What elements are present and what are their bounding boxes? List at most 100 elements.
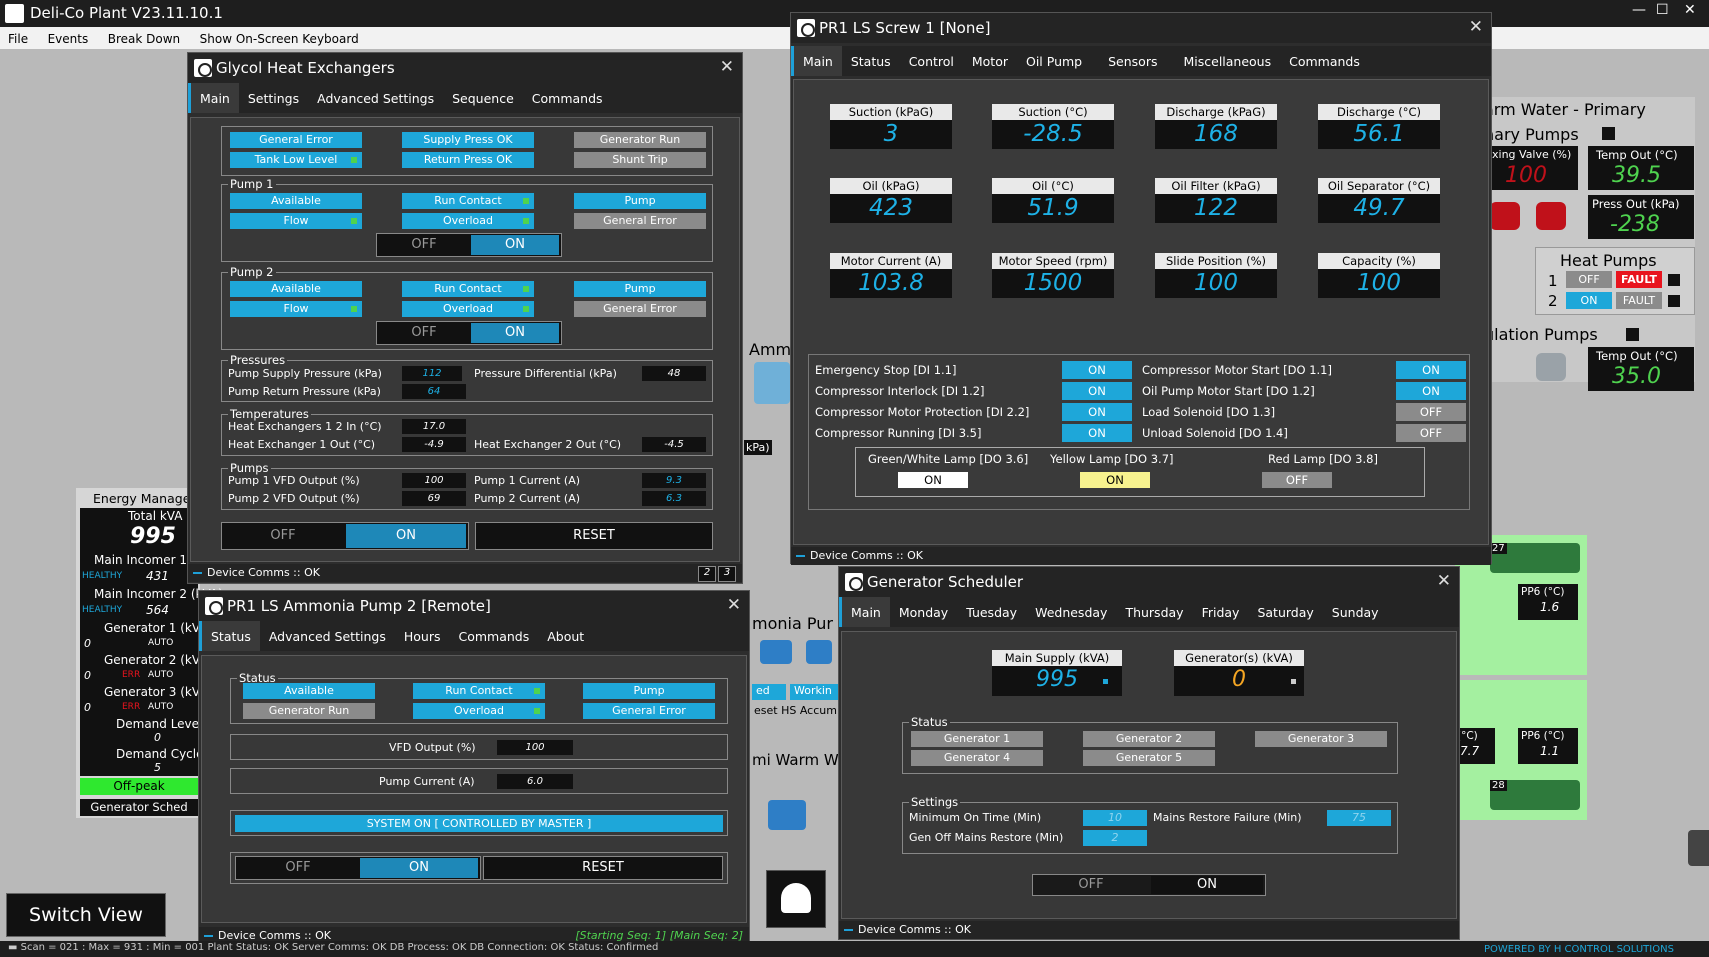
screw-tab-sensors[interactable]: Sensors — [1099, 46, 1166, 76]
glycol-main-panel: General Error Supply Press OK Generator … — [190, 117, 740, 562]
ammonia-tab-commands[interactable]: Commands — [449, 621, 538, 651]
pump2-toggle[interactable]: OFF ON — [376, 321, 562, 345]
screw-tab-oil-pump[interactable]: Oil Pump — [1017, 46, 1091, 76]
glycol-tab-advanced[interactable]: Advanced Settings — [308, 83, 443, 113]
glycol-reset-button[interactable]: RESET — [475, 522, 713, 550]
gen-close-button[interactable]: ✕ — [1437, 571, 1451, 591]
screw-tab-motor[interactable]: Motor — [963, 46, 1017, 76]
ammonia-pump-icon-2[interactable] — [806, 640, 832, 664]
ammonia-tab-about[interactable]: About — [538, 621, 593, 651]
glycol-footer: Device Comms :: OK — [188, 564, 742, 582]
warm-water-fragment: mi Warm W — [752, 751, 839, 769]
pump2-on-button[interactable]: ON — [471, 323, 559, 343]
glycol-tab-settings[interactable]: Settings — [239, 83, 308, 113]
gen-tab-saturday[interactable]: Saturday — [1248, 597, 1322, 627]
ammonia-tab-hours[interactable]: Hours — [395, 621, 450, 651]
generator-1-value: 0 — [84, 637, 91, 650]
screw-tab-misc[interactable]: Miscellaneous — [1174, 46, 1280, 76]
maximize-button[interactable]: ☐ — [1656, 2, 1669, 18]
gen-titlebar[interactable]: Generator Scheduler ✕ — [839, 567, 1459, 597]
ammonia-tab-advanced[interactable]: Advanced Settings — [260, 621, 395, 651]
pump1-pump: Pump — [574, 193, 706, 209]
gen-tab-thursday[interactable]: Thursday — [1116, 597, 1192, 627]
gen-off-button[interactable]: OFF — [1035, 876, 1147, 894]
ammonia-toggle[interactable]: OFF ON — [235, 856, 481, 880]
supply-press-ok-indicator: Supply Press OK — [402, 132, 534, 148]
screw-tile: Oil Filter (kPaG) 122 — [1155, 178, 1277, 223]
gen-tab-monday[interactable]: Monday — [890, 597, 957, 627]
press-out-value: -238 — [1610, 212, 1660, 237]
screw-tabs: Main Status Control Motor Oil Pump Sensors Mis… — [791, 46, 1491, 76]
glycol-system-toggle[interactable]: OFF ON — [221, 522, 469, 550]
mains-restore-failure-input[interactable]: 75 — [1327, 810, 1391, 826]
glycol-page-3-button[interactable]: 3 — [718, 566, 736, 582]
circulation-pumps-checkbox[interactable] — [1626, 328, 1639, 341]
side-scroll-button[interactable] — [1688, 830, 1709, 866]
zone-temp-label: (°C) — [1457, 730, 1478, 742]
ammonia-off-button[interactable]: OFF — [238, 858, 358, 878]
ammonia-tab-status[interactable]: Status — [199, 621, 260, 651]
menu-on-screen-keyboard[interactable]: Show On-Screen Keyboard — [192, 27, 367, 46]
glycol-tab-commands[interactable]: Commands — [523, 83, 612, 113]
screw-tile-value: 3 — [883, 121, 899, 147]
user-settings-button[interactable] — [766, 870, 826, 928]
gen-tab-wednesday[interactable]: Wednesday — [1026, 597, 1116, 627]
heat-pump-2-checkbox[interactable] — [1668, 295, 1680, 307]
gen-on-button[interactable]: ON — [1151, 876, 1263, 894]
gen-tab-main[interactable]: Main — [839, 597, 890, 627]
total-kva-label: Total kVA — [128, 509, 183, 523]
gen-toggle[interactable]: OFF ON — [1032, 874, 1266, 896]
glycol-on-button[interactable]: ON — [346, 524, 466, 548]
glycol-off-button[interactable]: OFF — [224, 524, 342, 548]
ammonia-system-row: SYSTEM ON [ CONTROLLED BY MASTER ] — [230, 810, 728, 836]
minimize-button[interactable]: — — [1632, 2, 1646, 18]
main-incomer-1-value: 431 — [146, 569, 169, 583]
pump1-overload-label: Overload — [443, 214, 493, 227]
ammonia-available: Available — [243, 683, 375, 699]
menu-events[interactable]: Events — [40, 27, 97, 46]
screw-tab-status[interactable]: Status — [842, 46, 900, 76]
ammonia-reset-button[interactable]: RESET — [483, 856, 723, 880]
warm-pump-icon[interactable] — [768, 800, 806, 830]
ammonia-titlebar[interactable]: PR1 LS Ammonia Pump 2 [Remote] ✕ — [199, 591, 749, 621]
hx-in-label: Heat Exchangers 1 2 In (°C) — [228, 420, 382, 433]
circulation-pump-2-icon[interactable] — [1536, 353, 1566, 381]
screw-close-button[interactable]: ✕ — [1469, 17, 1483, 37]
menu-file[interactable]: File — [0, 27, 36, 46]
pump2-off-button[interactable]: OFF — [379, 323, 469, 343]
pump1-toggle[interactable]: OFF ON — [376, 233, 562, 257]
glycol-page-2-button[interactable]: 2 — [698, 566, 716, 582]
primary-pump-1-icon[interactable] — [1490, 202, 1520, 230]
generator-scheduler-button[interactable]: Generator Sched — [80, 799, 198, 816]
tank-low-level-indicator: Tank Low Level — [230, 152, 362, 168]
glycol-titlebar[interactable]: Glycol Heat Exchangers ✕ — [188, 53, 742, 83]
glycol-tab-sequence[interactable]: Sequence — [443, 83, 523, 113]
gen-tab-tuesday[interactable]: Tuesday — [957, 597, 1026, 627]
gen-tab-sunday[interactable]: Sunday — [1323, 597, 1388, 627]
lamp-label: Yellow Lamp [DO 3.7] — [1050, 452, 1174, 466]
screw-titlebar[interactable]: PR1 LS Screw 1 [None] ✕ — [791, 13, 1491, 43]
min-on-time-input[interactable]: 10 — [1083, 810, 1147, 826]
glycol-close-button[interactable]: ✕ — [720, 57, 734, 77]
switch-view-button[interactable]: Switch View — [6, 893, 166, 937]
ammonia-on-button[interactable]: ON — [360, 858, 478, 878]
close-app-button[interactable]: ✕ — [1684, 2, 1696, 18]
menu-break-down[interactable]: Break Down — [100, 27, 188, 46]
supply-pressure-value[interactable]: 112 — [402, 366, 462, 381]
gen-tab-friday[interactable]: Friday — [1193, 597, 1249, 627]
pump1-on-button[interactable]: ON — [471, 235, 559, 255]
glycol-tab-main[interactable]: Main — [188, 83, 239, 113]
primary-pump-2-icon[interactable] — [1536, 202, 1566, 230]
screw-tab-commands[interactable]: Commands — [1280, 46, 1369, 76]
generator-3-label: Generator 3 (kV — [104, 685, 201, 699]
ammonia-close-button[interactable]: ✕ — [727, 595, 741, 615]
screw-tab-main[interactable]: Main — [791, 46, 842, 76]
ammonia-pump-icon-1[interactable] — [760, 640, 792, 664]
pump1-off-button[interactable]: OFF — [379, 235, 469, 255]
gen-tabs: Main Monday Tuesday Wednesday Thursday Friday… — [839, 597, 1459, 627]
primary-pumps-checkbox[interactable] — [1602, 127, 1615, 140]
user-gear-icon — [781, 883, 811, 913]
screw-tab-control[interactable]: Control — [900, 46, 963, 76]
heat-pump-1-checkbox[interactable] — [1668, 274, 1680, 286]
gen-off-mains-restore-input[interactable]: 2 — [1083, 830, 1147, 846]
